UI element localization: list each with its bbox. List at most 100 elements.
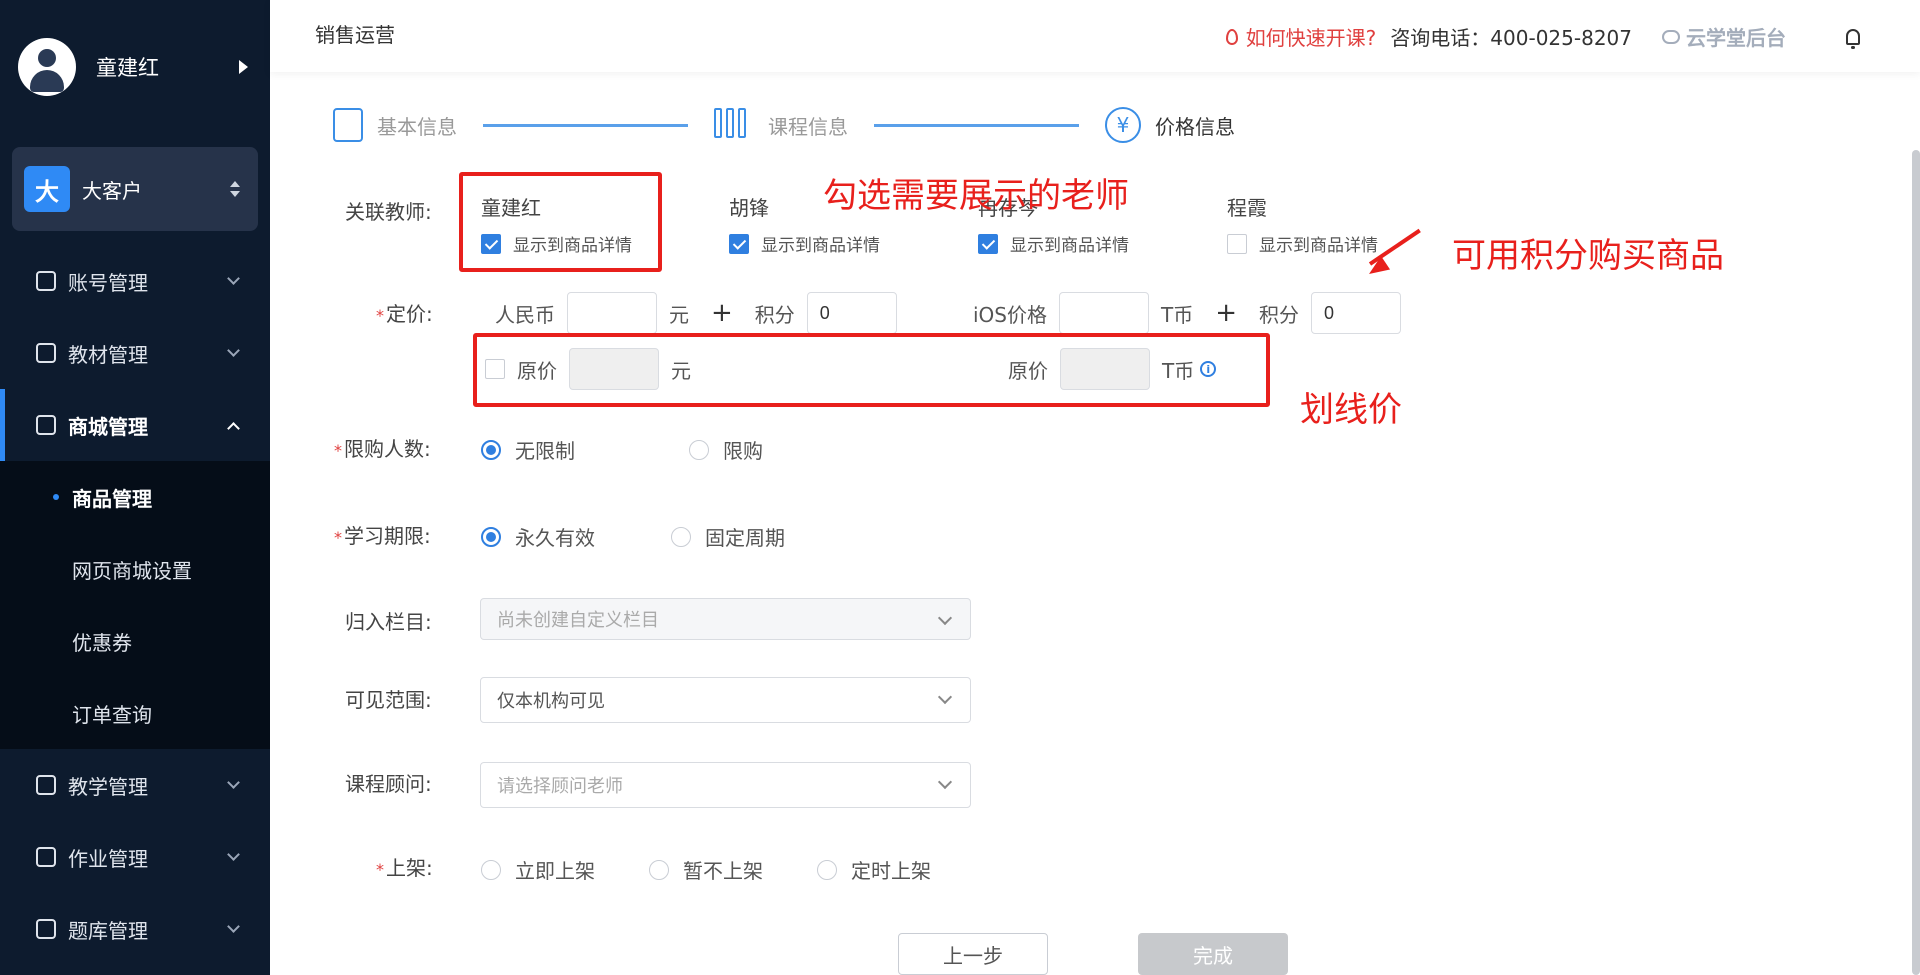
step-course-info[interactable]: 课程信息 bbox=[714, 108, 848, 142]
period-radio-group: 永久有效 固定周期 bbox=[481, 522, 839, 551]
sidebar-item-question-bank[interactable]: 题库管理 bbox=[0, 893, 270, 965]
teaching-icon bbox=[36, 775, 56, 795]
caret-right-icon[interactable] bbox=[239, 60, 248, 74]
sidebar-item-label: 题库管理 bbox=[68, 918, 148, 943]
annotation-box-teacher bbox=[459, 172, 662, 272]
radio-label: 定时上架 bbox=[851, 859, 931, 883]
limit-option-unlimited[interactable]: 无限制 bbox=[481, 435, 575, 464]
fire-icon bbox=[1225, 28, 1238, 45]
chevron-down-icon bbox=[227, 271, 240, 285]
show-detail-checkbox[interactable] bbox=[729, 233, 749, 254]
sidebar: 童建红 大 大客户 账号管理 教材管理 商城管理 商品管理 网页商城设置 优惠券… bbox=[0, 0, 270, 975]
tcoin-unit: T币 bbox=[1161, 302, 1194, 327]
user-icon bbox=[36, 271, 56, 291]
sidebar-item-web-store-settings[interactable]: 网页商城设置 bbox=[0, 533, 270, 605]
sidebar-item-coupons[interactable]: 优惠券 bbox=[0, 605, 270, 677]
chevron-down-icon bbox=[227, 847, 240, 861]
radio-label: 限购 bbox=[723, 439, 763, 463]
visibility-value: 仅本机构可见 bbox=[497, 691, 605, 712]
annotation-points-note: 可用积分购买商品 bbox=[1452, 236, 1724, 276]
step-basic-info[interactable]: 基本信息 bbox=[333, 108, 457, 142]
ios-points-input[interactable] bbox=[1311, 292, 1402, 334]
limit-option-limited[interactable]: 限购 bbox=[689, 435, 763, 464]
price-label-text: 定价: bbox=[386, 302, 433, 326]
sidebar-item-products[interactable]: 商品管理 bbox=[0, 461, 270, 533]
step-label: 课程信息 bbox=[768, 114, 848, 139]
show-detail-checkbox[interactable] bbox=[978, 233, 998, 254]
help-link[interactable]: 如何快速开课? bbox=[1246, 22, 1377, 51]
visibility-label: 可见范围: bbox=[345, 688, 432, 712]
user-profile[interactable]: 童建红 bbox=[18, 38, 258, 96]
advisor-select[interactable]: 请选择顾问老师 bbox=[480, 762, 971, 808]
limit-label: * 限购人数: bbox=[334, 437, 431, 461]
step-indicator: 基本信息 课程信息 ¥ 价格信息 bbox=[333, 107, 1235, 143]
breadcrumb: 销售运营 bbox=[315, 23, 395, 47]
checkbox-label: 显示到商品详情 bbox=[1259, 236, 1378, 256]
switch-icon[interactable] bbox=[230, 181, 240, 197]
org-name: 大客户 bbox=[82, 178, 142, 203]
done-button[interactable]: 完成 bbox=[1138, 933, 1288, 975]
radio-button[interactable] bbox=[481, 439, 501, 460]
radio-button[interactable] bbox=[817, 859, 837, 880]
consult-phone: 咨询电话：400-025-8207 bbox=[1390, 26, 1632, 50]
chevron-down-icon bbox=[227, 775, 240, 789]
store-icon bbox=[36, 415, 56, 435]
category-placeholder: 尚未创建自定义栏目 bbox=[497, 610, 659, 631]
teacher-name: 程霞 bbox=[1227, 196, 1267, 220]
visibility-select[interactable]: 仅本机构可见 bbox=[480, 677, 971, 723]
book-icon bbox=[36, 343, 56, 363]
limit-label-text: 限购人数: bbox=[344, 437, 431, 461]
annotation-arrow-head bbox=[1364, 256, 1391, 281]
category-select[interactable]: 尚未创建自定义栏目 bbox=[480, 598, 971, 640]
radio-button[interactable] bbox=[481, 526, 501, 547]
shelf-option-scheduled[interactable]: 定时上架 bbox=[817, 855, 931, 884]
chevron-down-icon bbox=[937, 689, 953, 705]
radio-button[interactable] bbox=[649, 859, 669, 880]
ios-price-row: iOS价格 T币 + 积分 bbox=[973, 292, 1402, 334]
store-submenu: 商品管理 网页商城设置 优惠券 订单查询 bbox=[0, 461, 270, 749]
points-input[interactable] bbox=[806, 292, 897, 334]
radio-button[interactable] bbox=[481, 859, 501, 880]
show-detail-checkbox[interactable] bbox=[1227, 233, 1247, 254]
teacher-option: 程霞 显示到商品详情 bbox=[1227, 192, 1378, 256]
advisor-placeholder: 请选择顾问老师 bbox=[497, 776, 623, 797]
org-switcher[interactable]: 大 大客户 bbox=[12, 147, 258, 231]
price-row: 人民币 元 + 积分 bbox=[495, 292, 897, 334]
ios-price-input[interactable] bbox=[1059, 292, 1149, 334]
shelf-option-hold[interactable]: 暂不上架 bbox=[649, 855, 763, 884]
user-name: 童建红 bbox=[96, 56, 159, 80]
sidebar-item-label: 教学管理 bbox=[68, 774, 148, 799]
bell-icon[interactable] bbox=[1846, 28, 1860, 49]
step-price-info[interactable]: ¥ 价格信息 bbox=[1105, 107, 1235, 143]
shelf-label-text: 上架: bbox=[386, 856, 433, 880]
plus-icon: + bbox=[711, 298, 733, 328]
scrollbar[interactable] bbox=[1912, 150, 1920, 975]
rmb-price-input[interactable] bbox=[567, 292, 657, 334]
radio-button[interactable] bbox=[689, 439, 709, 460]
shelf-option-now[interactable]: 立即上架 bbox=[481, 855, 595, 884]
checkbox-label: 显示到商品详情 bbox=[1010, 236, 1129, 256]
period-option-fixed[interactable]: 固定周期 bbox=[671, 522, 785, 551]
step-label: 基本信息 bbox=[377, 114, 457, 139]
period-option-permanent[interactable]: 永久有效 bbox=[481, 522, 595, 551]
step-connector bbox=[874, 123, 1079, 127]
brand-name: 云学堂后台 bbox=[1686, 26, 1786, 50]
radio-button[interactable] bbox=[671, 526, 691, 547]
limit-radio-group: 无限制 限购 bbox=[481, 435, 817, 464]
sidebar-item-teaching[interactable]: 教学管理 bbox=[0, 749, 270, 821]
document-icon bbox=[333, 108, 363, 142]
sidebar-menu: 账号管理 教材管理 商城管理 商品管理 网页商城设置 优惠券 订单查询 教学管理… bbox=[0, 245, 270, 965]
shelf-radio-group: 立即上架 暂不上架 定时上架 bbox=[481, 855, 985, 884]
checkbox-label: 显示到商品详情 bbox=[761, 236, 880, 256]
sidebar-item-store[interactable]: 商城管理 bbox=[0, 389, 270, 461]
sidebar-item-orders[interactable]: 订单查询 bbox=[0, 677, 270, 749]
advisor-label: 课程顾问: bbox=[345, 772, 432, 796]
sidebar-item-account[interactable]: 账号管理 bbox=[0, 245, 270, 317]
sidebar-item-label: 商城管理 bbox=[68, 414, 148, 439]
plus-icon: + bbox=[1215, 298, 1238, 328]
prev-step-button[interactable]: 上一步 bbox=[898, 933, 1048, 975]
sidebar-item-homework[interactable]: 作业管理 bbox=[0, 821, 270, 893]
question-bank-icon bbox=[36, 919, 56, 939]
ios-price-label: iOS价格 bbox=[973, 302, 1047, 327]
sidebar-item-textbook[interactable]: 教材管理 bbox=[0, 317, 270, 389]
